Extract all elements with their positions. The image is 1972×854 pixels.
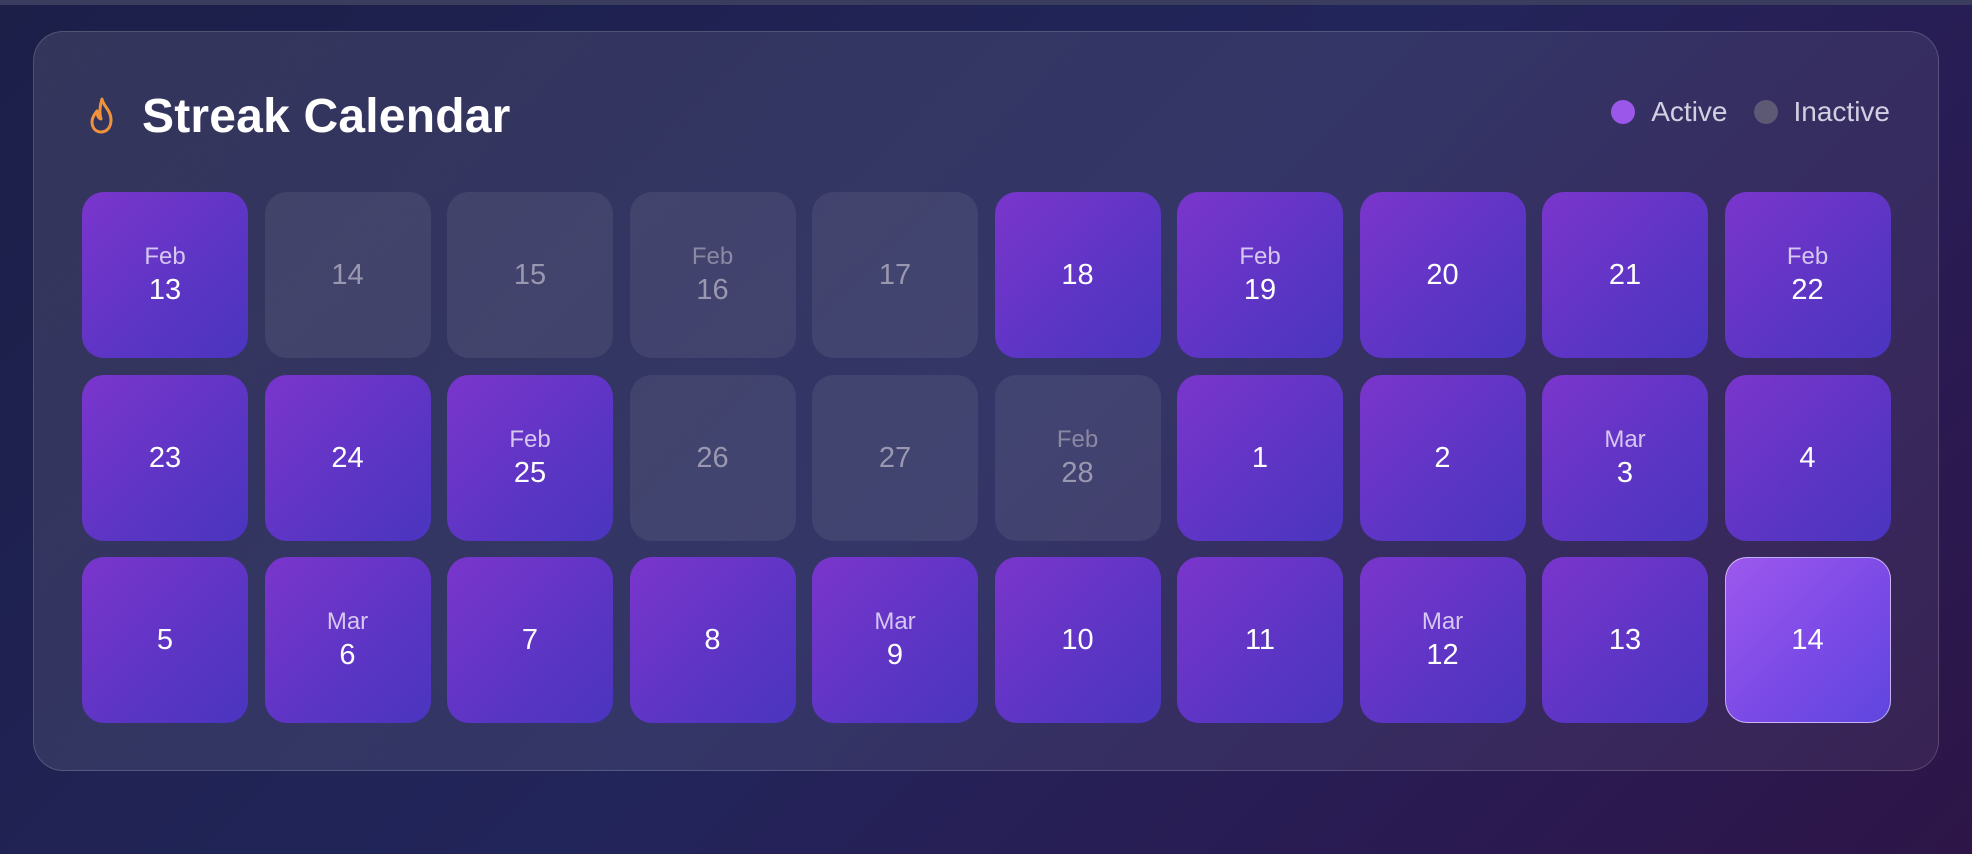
day-number: 14	[331, 259, 364, 291]
day-number: 1	[1251, 441, 1269, 474]
top-border	[0, 0, 1972, 5]
day-cell[interactable]: Feb 25	[447, 374, 613, 541]
day-cell[interactable]: 26	[629, 374, 796, 541]
day-month-label: Feb	[1056, 425, 1099, 453]
day-cell[interactable]: Feb 16	[629, 192, 796, 358]
day-number: 5	[156, 624, 174, 656]
day-month-label: Feb	[1786, 243, 1829, 270]
day-number: 20	[1426, 259, 1459, 291]
day-cell[interactable]: Mar 12	[1359, 557, 1526, 723]
day-number: 13	[1608, 624, 1642, 656]
day-month-label: Mar	[326, 608, 369, 635]
day-cell[interactable]: 11	[1177, 557, 1343, 723]
day-cell[interactable]: Feb 13	[82, 192, 248, 358]
day-cell[interactable]: Feb 22	[1724, 192, 1891, 358]
day-cell[interactable]: Feb 19	[1177, 192, 1343, 358]
day-cell-today[interactable]: 14	[1724, 557, 1891, 723]
day-cell[interactable]: 21	[1542, 192, 1708, 358]
day-number: 14	[1791, 624, 1824, 656]
inactive-dot-icon	[1753, 100, 1778, 124]
streak-calendar-card: Streak Calendar Active Inactive Feb 13 14 1…	[33, 31, 1939, 771]
day-cell[interactable]: 20	[1359, 192, 1526, 358]
flame-icon	[90, 97, 113, 134]
card-title: Streak Calendar	[142, 89, 511, 143]
day-cell[interactable]: Mar 3	[1542, 374, 1708, 541]
day-number: 18	[1061, 259, 1094, 291]
day-number: 22	[1791, 274, 1824, 306]
day-cell[interactable]: 17	[812, 192, 978, 358]
day-number: 10	[1061, 624, 1094, 656]
day-cell[interactable]: 15	[447, 192, 613, 358]
day-number: 24	[331, 441, 364, 474]
day-number: 2	[1434, 441, 1451, 474]
day-month-label: Mar	[1421, 608, 1464, 635]
day-month-label: Mar	[874, 608, 916, 635]
day-number: 4	[1799, 441, 1816, 474]
day-cell[interactable]: Mar 6	[264, 557, 431, 723]
day-cell[interactable]: 14	[264, 192, 431, 358]
day-number: 13	[148, 274, 182, 306]
day-number: 27	[878, 441, 912, 474]
day-cell[interactable]: Feb 28	[994, 374, 1161, 541]
day-number: 11	[1244, 624, 1276, 656]
day-number: 3	[1616, 456, 1634, 489]
day-cell[interactable]: 7	[447, 557, 613, 723]
legend-item-active: Active	[1611, 96, 1728, 128]
day-cell[interactable]: 27	[812, 374, 978, 541]
day-cell[interactable]: 4	[1724, 374, 1891, 541]
day-number: 21	[1608, 259, 1642, 291]
day-cell[interactable]: 8	[629, 557, 796, 723]
day-cell[interactable]: 5	[82, 557, 248, 723]
legend: Active Inactive	[1585, 96, 1890, 128]
day-month-label: Feb	[691, 243, 734, 270]
day-number: 23	[148, 441, 182, 474]
day-number: 19	[1243, 274, 1277, 306]
day-month-label: Feb	[144, 243, 186, 270]
day-number: 6	[339, 639, 356, 671]
day-month-label: Mar	[1604, 425, 1646, 453]
day-number: 8	[704, 624, 721, 656]
day-cell[interactable]: 18	[994, 192, 1161, 358]
calendar-grid: Feb 13 14 15 Feb 16 17 18 Feb 19 20 21 Feb 22 23 24 Feb 2…	[82, 192, 1891, 723]
legend-label-inactive: Inactive	[1793, 96, 1891, 127]
day-cell[interactable]: 24	[264, 374, 431, 541]
card-header: Streak Calendar	[84, 88, 511, 144]
day-number: 26	[696, 441, 729, 474]
day-number: 9	[886, 639, 904, 671]
day-cell[interactable]: 1	[1177, 374, 1343, 541]
day-cell[interactable]: 2	[1359, 374, 1526, 541]
day-month-label: Feb	[1239, 243, 1281, 270]
day-cell[interactable]: Mar 9	[812, 557, 978, 723]
day-number: 25	[513, 456, 547, 489]
day-month-label: Feb	[509, 425, 551, 453]
day-number: 17	[878, 259, 912, 291]
day-cell[interactable]: 13	[1542, 557, 1708, 723]
day-number: 28	[1061, 456, 1094, 489]
day-cell[interactable]: 10	[994, 557, 1161, 723]
legend-item-inactive: Inactive	[1753, 96, 1891, 128]
day-number: 7	[521, 624, 539, 656]
day-number: 15	[513, 259, 547, 291]
day-cell[interactable]: 23	[82, 374, 248, 541]
day-number: 16	[696, 274, 729, 306]
day-number: 12	[1426, 639, 1459, 671]
legend-label-active: Active	[1651, 96, 1728, 127]
active-dot-icon	[1611, 100, 1636, 124]
